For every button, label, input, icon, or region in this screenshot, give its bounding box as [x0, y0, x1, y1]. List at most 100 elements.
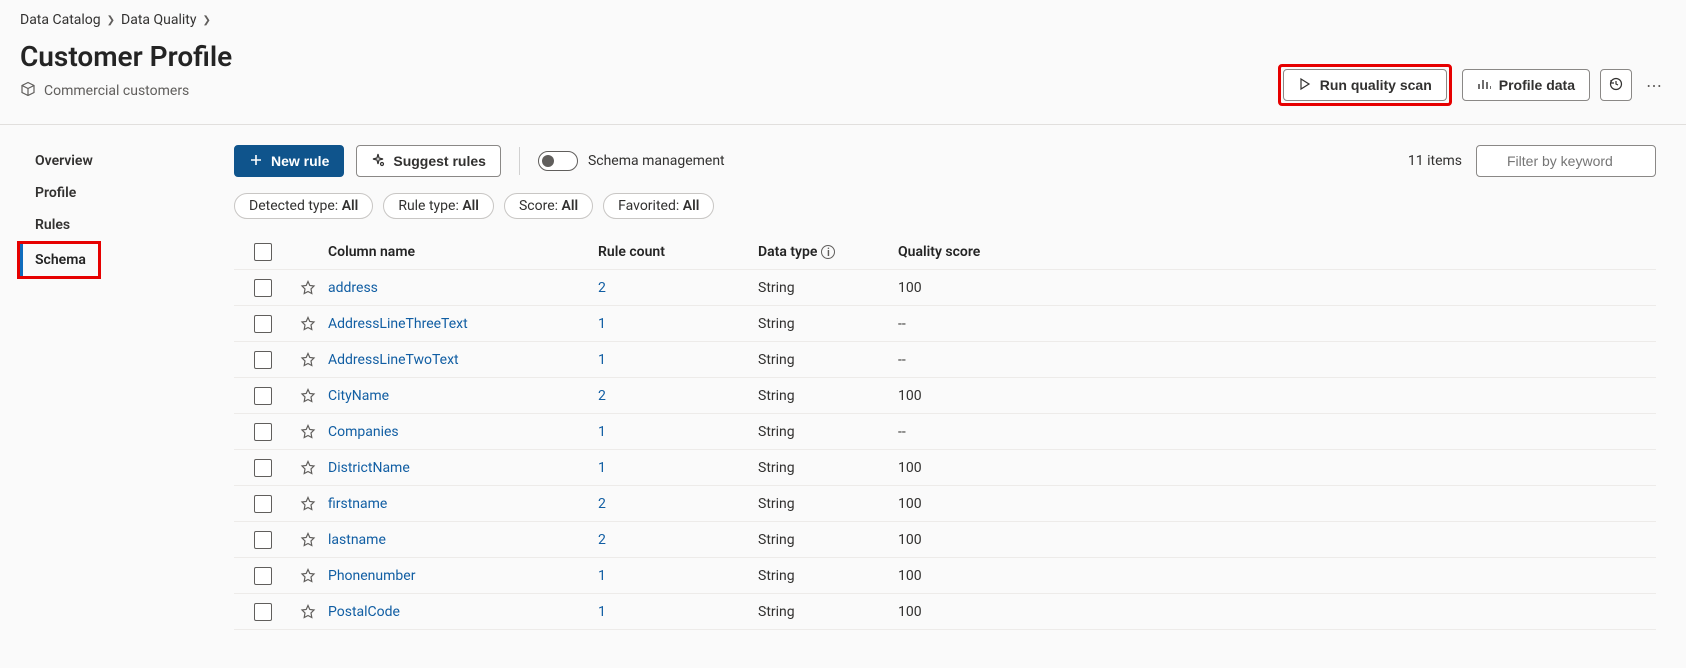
data-type-cell: String: [758, 316, 898, 332]
filter-score[interactable]: Score: All: [504, 193, 593, 219]
filter-keyword-input[interactable]: [1476, 145, 1656, 177]
schema-table: Column name Rule count Data type i Quali…: [234, 235, 1656, 630]
column-name-link[interactable]: Companies: [328, 424, 399, 440]
header-rule-count[interactable]: Rule count: [598, 244, 758, 260]
column-name-link[interactable]: AddressLineThreeText: [328, 316, 468, 332]
sidebar: Overview Profile Rules Schema: [0, 125, 220, 650]
rule-count-link[interactable]: 1: [598, 604, 606, 620]
rule-count-link[interactable]: 2: [598, 280, 606, 296]
filter-label: Favorited:: [618, 198, 679, 214]
filter-pills: Detected type: All Rule type: All Score:…: [234, 193, 1656, 219]
header-column-name[interactable]: Column name: [328, 244, 598, 260]
schema-management-label: Schema management: [588, 153, 725, 169]
breadcrumb-item[interactable]: Data Catalog: [20, 12, 101, 28]
sparkle-icon: [371, 153, 385, 170]
column-name-link[interactable]: PostalCode: [328, 604, 400, 620]
page-header: Customer Profile Commercial customers: [0, 34, 1686, 125]
column-name-link[interactable]: AddressLineTwoText: [328, 352, 459, 368]
table-row: CityName2String100: [234, 378, 1656, 414]
favorite-star-icon[interactable]: [288, 532, 328, 548]
profile-data-button[interactable]: Profile data: [1462, 69, 1590, 101]
rule-count-link[interactable]: 2: [598, 532, 606, 548]
toggle-switch[interactable]: [538, 151, 578, 171]
row-checkbox[interactable]: [254, 459, 272, 477]
sidebar-item-profile[interactable]: Profile: [20, 177, 220, 209]
filter-rule-type[interactable]: Rule type: All: [383, 193, 494, 219]
breadcrumb: Data Catalog ❯ Data Quality ❯: [0, 0, 1686, 34]
favorite-star-icon[interactable]: [288, 568, 328, 584]
row-checkbox[interactable]: [254, 387, 272, 405]
data-type-cell: String: [758, 568, 898, 584]
bar-chart-icon: [1477, 77, 1491, 94]
column-name-link[interactable]: firstname: [328, 496, 387, 512]
column-name-link[interactable]: CityName: [328, 388, 389, 404]
rule-count-link[interactable]: 2: [598, 496, 606, 512]
data-type-cell: String: [758, 604, 898, 620]
rule-count-link[interactable]: 1: [598, 316, 606, 332]
row-checkbox[interactable]: [254, 423, 272, 441]
row-checkbox[interactable]: [254, 567, 272, 585]
new-rule-button[interactable]: New rule: [234, 145, 344, 177]
header-data-type-label: Data type: [758, 244, 817, 260]
favorite-star-icon[interactable]: [288, 316, 328, 332]
more-actions-button[interactable]: ⋯: [1642, 72, 1666, 99]
rule-count-link[interactable]: 2: [598, 388, 606, 404]
profile-data-label: Profile data: [1499, 77, 1575, 93]
filter-value: All: [342, 198, 359, 214]
rule-count-link[interactable]: 1: [598, 424, 606, 440]
rule-count-link[interactable]: 1: [598, 352, 606, 368]
row-checkbox[interactable]: [254, 279, 272, 297]
sidebar-item-rules[interactable]: Rules: [20, 209, 220, 241]
rule-count-link[interactable]: 1: [598, 460, 606, 476]
quality-score-cell: --: [898, 424, 1652, 440]
filter-favorited[interactable]: Favorited: All: [603, 193, 714, 219]
favorite-star-icon[interactable]: [288, 424, 328, 440]
filter-label: Rule type:: [398, 198, 459, 214]
row-checkbox[interactable]: [254, 351, 272, 369]
header-data-type[interactable]: Data type i: [758, 244, 898, 260]
data-type-cell: String: [758, 424, 898, 440]
row-checkbox[interactable]: [254, 495, 272, 513]
chevron-right-icon: ❯: [107, 15, 115, 26]
filter-value: All: [683, 198, 700, 214]
header-quality-score[interactable]: Quality score: [898, 244, 1652, 260]
filter-label: Score:: [519, 198, 558, 214]
plus-icon: [249, 153, 263, 170]
rule-count-link[interactable]: 1: [598, 568, 606, 584]
filter-detected-type[interactable]: Detected type: All: [234, 193, 373, 219]
suggest-rules-button[interactable]: Suggest rules: [356, 145, 501, 177]
row-checkbox[interactable]: [254, 315, 272, 333]
divider: [519, 147, 520, 175]
table-row: DistrictName1String100: [234, 450, 1656, 486]
select-all-checkbox[interactable]: [254, 243, 272, 261]
row-checkbox[interactable]: [254, 603, 272, 621]
history-button[interactable]: [1600, 69, 1632, 101]
sidebar-item-overview[interactable]: Overview: [20, 145, 220, 177]
data-type-cell: String: [758, 280, 898, 296]
subtitle-text: Commercial customers: [44, 83, 189, 99]
table-row: AddressLineThreeText1String--: [234, 306, 1656, 342]
schema-management-toggle[interactable]: Schema management: [538, 151, 725, 171]
favorite-star-icon[interactable]: [288, 352, 328, 368]
row-checkbox[interactable]: [254, 531, 272, 549]
sidebar-item-schema[interactable]: Schema: [20, 244, 98, 276]
favorite-star-icon[interactable]: [288, 280, 328, 296]
column-name-link[interactable]: address: [328, 280, 378, 296]
favorite-star-icon[interactable]: [288, 604, 328, 620]
favorite-star-icon[interactable]: [288, 496, 328, 512]
toggle-knob: [542, 155, 554, 167]
column-name-link[interactable]: DistrictName: [328, 460, 410, 476]
column-name-link[interactable]: Phonenumber: [328, 568, 415, 584]
table-row: AddressLineTwoText1String--: [234, 342, 1656, 378]
quality-score-cell: 100: [898, 388, 1652, 404]
favorite-star-icon[interactable]: [288, 460, 328, 476]
breadcrumb-item[interactable]: Data Quality: [121, 12, 196, 28]
info-icon[interactable]: i: [821, 245, 835, 259]
toolbar: New rule Suggest rules Schema managemen: [234, 145, 1656, 177]
favorite-star-icon[interactable]: [288, 388, 328, 404]
column-name-link[interactable]: lastname: [328, 532, 386, 548]
play-icon: [1298, 77, 1312, 94]
filter-label: Detected type:: [249, 198, 338, 214]
run-quality-scan-button[interactable]: Run quality scan: [1283, 69, 1447, 101]
table-header: Column name Rule count Data type i Quali…: [234, 235, 1656, 270]
